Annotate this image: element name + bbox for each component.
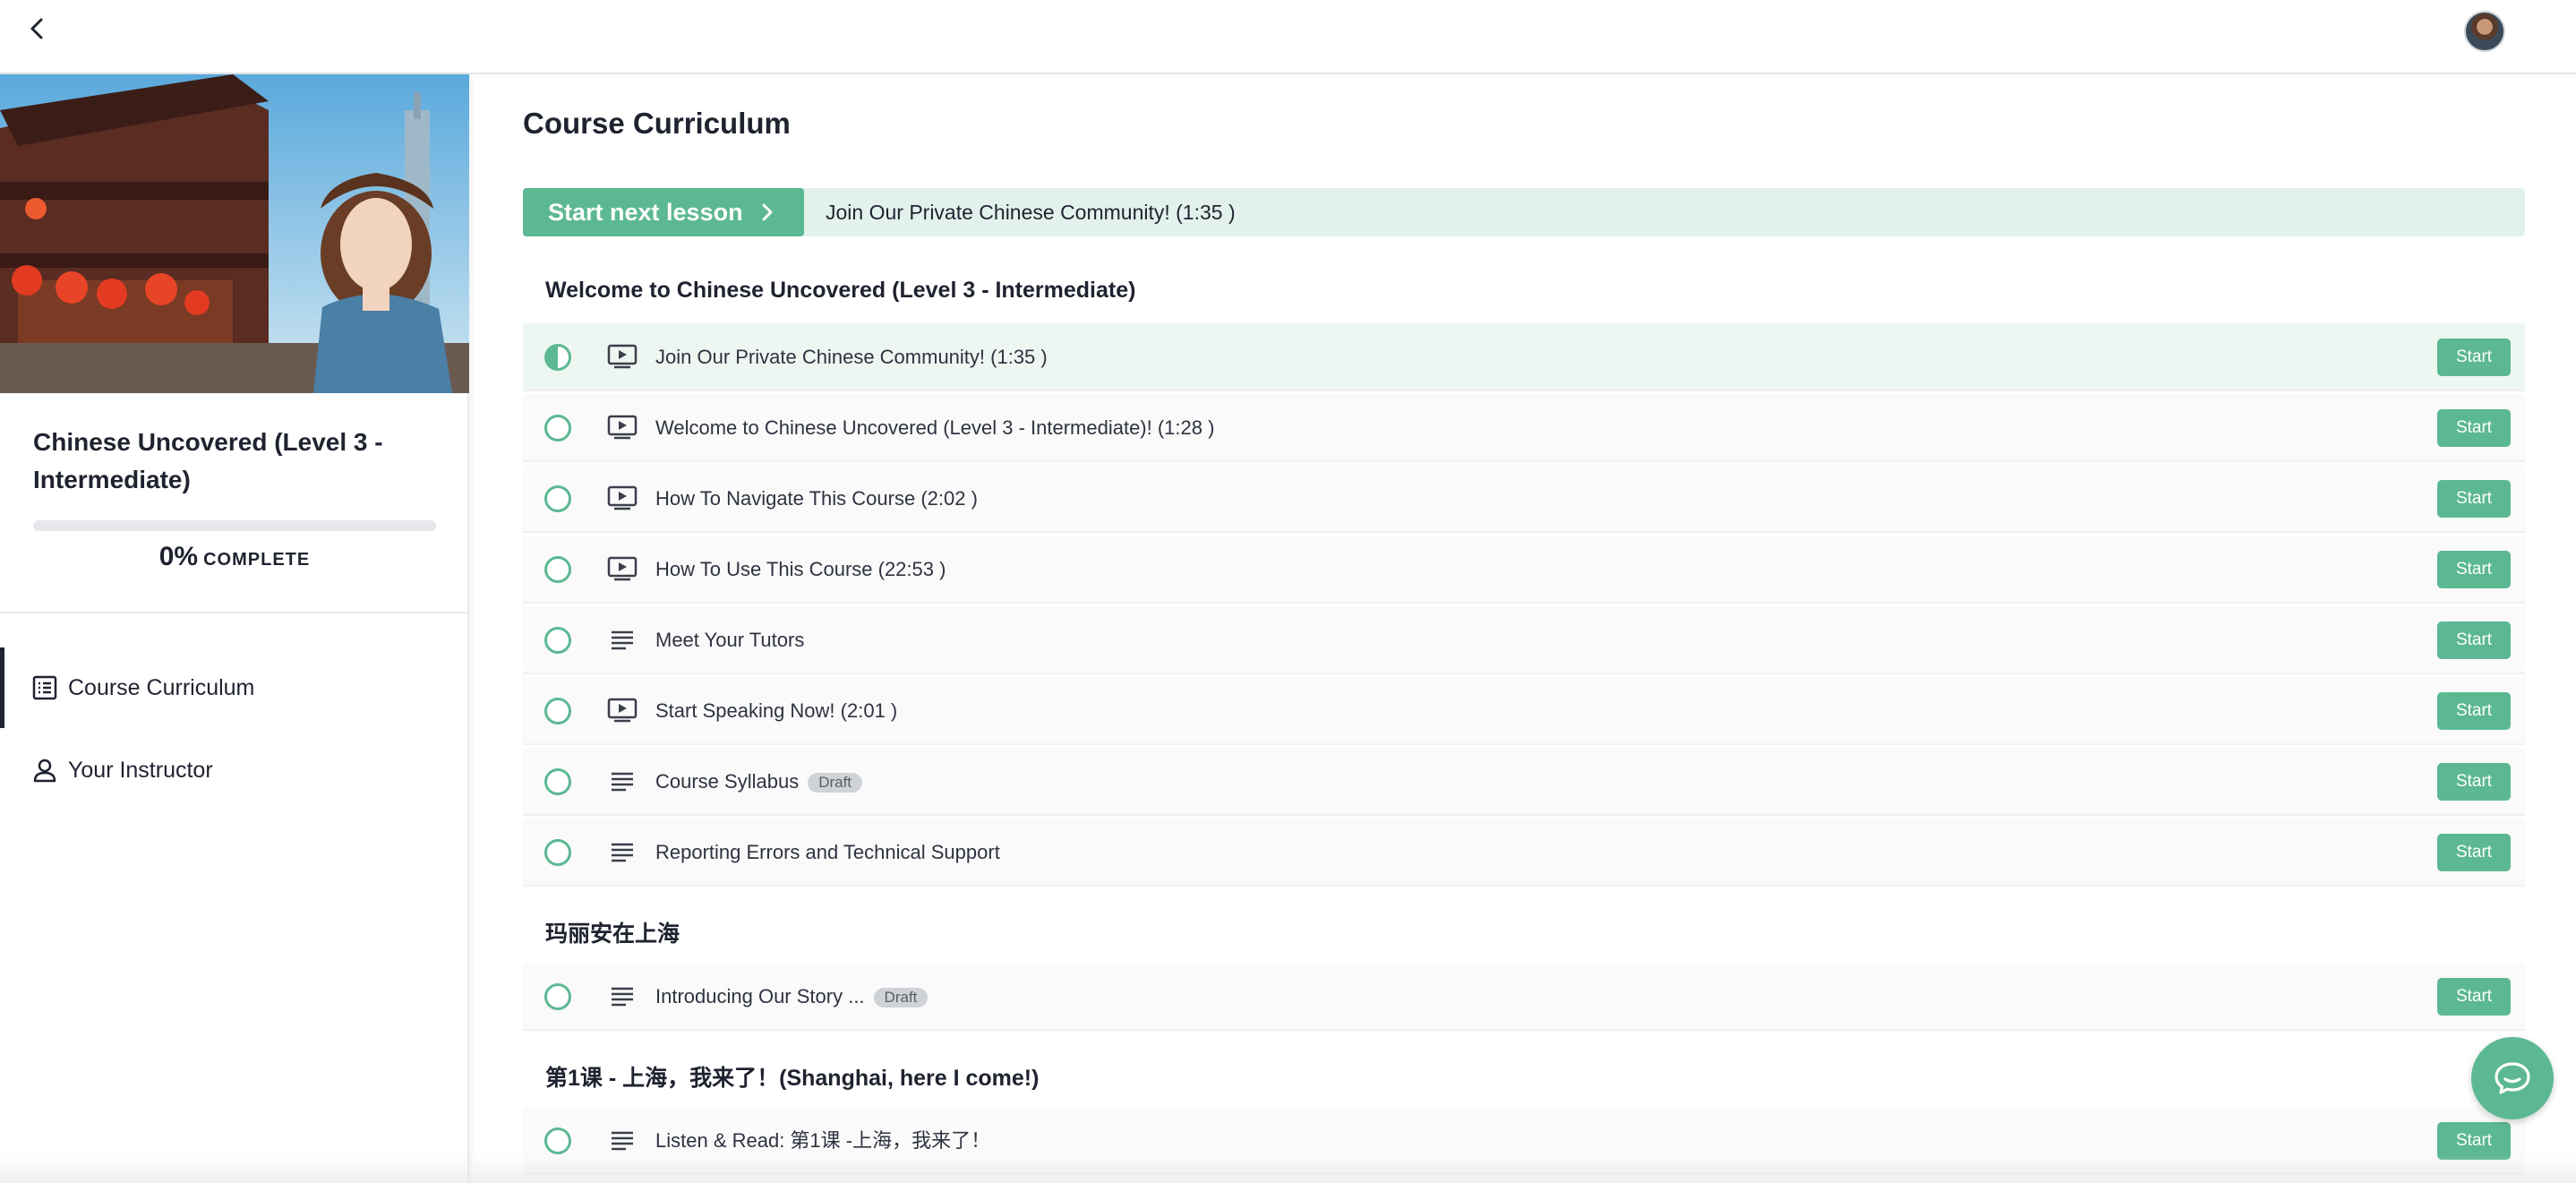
sidebar-item-label: Course Curriculum bbox=[68, 674, 255, 700]
video-icon bbox=[607, 412, 638, 442]
user-icon bbox=[32, 757, 59, 784]
chat-bubble-icon bbox=[2495, 1062, 2530, 1094]
lesson-status-incomplete-icon bbox=[544, 983, 571, 1010]
lesson-status-incomplete-icon bbox=[544, 768, 571, 795]
lesson-title: Start Speaking Now! (2:01 ) bbox=[655, 699, 898, 722]
start-next-lesson-label: Start next lesson bbox=[548, 198, 743, 226]
lesson-item[interactable]: How To Use This Course (22:53 ) Start bbox=[523, 536, 2525, 604]
start-next-lesson-button[interactable]: Start next lesson bbox=[523, 188, 804, 236]
lesson-status-incomplete-icon bbox=[544, 839, 571, 866]
main-content: Course Curriculum Start next lesson Join… bbox=[523, 74, 2525, 1183]
lesson-item[interactable]: Listen & Read: 第1课 -上海，我来了！ Start bbox=[523, 1107, 2525, 1175]
start-lesson-button[interactable]: Start bbox=[2437, 622, 2511, 659]
video-icon bbox=[607, 341, 638, 372]
top-bar bbox=[0, 0, 2576, 74]
lesson-status-incomplete-icon bbox=[544, 485, 571, 512]
lesson-status-incomplete-icon bbox=[544, 698, 571, 724]
lesson-status-incomplete-icon bbox=[544, 415, 571, 441]
video-icon bbox=[607, 483, 638, 513]
start-lesson-button[interactable]: Start bbox=[2437, 1122, 2511, 1160]
lesson-item[interactable]: Reporting Errors and Technical Support S… bbox=[523, 819, 2525, 887]
lesson-item[interactable]: Join Our Private Chinese Community! (1:3… bbox=[523, 323, 2525, 391]
start-lesson-button[interactable]: Start bbox=[2437, 480, 2511, 518]
lesson-title: Meet Your Tutors bbox=[655, 629, 805, 651]
start-lesson-button[interactable]: Start bbox=[2437, 763, 2511, 801]
lesson-status-incomplete-icon bbox=[544, 1127, 571, 1154]
lesson-title: Reporting Errors and Technical Support bbox=[655, 841, 1000, 863]
lesson-item[interactable]: Meet Your Tutors Start bbox=[523, 606, 2525, 674]
lesson-status-in-progress-icon bbox=[544, 344, 571, 371]
next-lesson-title: Join Our Private Chinese Community! (1:3… bbox=[826, 201, 1236, 224]
lesson-title: Course Syllabus Draft bbox=[655, 748, 863, 816]
start-lesson-button[interactable]: Start bbox=[2437, 339, 2511, 376]
user-avatar[interactable] bbox=[2464, 11, 2505, 52]
lesson-item[interactable]: Welcome to Chinese Uncovered (Level 3 - … bbox=[523, 394, 2525, 462]
draft-badge: Draft bbox=[808, 773, 863, 793]
video-icon bbox=[607, 695, 638, 725]
section-title: Welcome to Chinese Uncovered (Level 3 - … bbox=[545, 278, 1136, 303]
lesson-title: Introducing Our Story ... Draft bbox=[655, 963, 929, 1031]
lesson-title: Welcome to Chinese Uncovered (Level 3 - … bbox=[655, 416, 1215, 439]
next-lesson-bar: Start next lesson Join Our Private Chine… bbox=[523, 188, 2525, 236]
start-lesson-button[interactable]: Start bbox=[2437, 551, 2511, 588]
lesson-title: How To Use This Course (22:53 ) bbox=[655, 558, 946, 580]
progress-complete-label: COMPLETE bbox=[203, 550, 311, 570]
lesson-item[interactable]: Course Syllabus Draft Start bbox=[523, 748, 2525, 816]
start-lesson-button[interactable]: Start bbox=[2437, 692, 2511, 730]
chevron-left-icon bbox=[30, 18, 43, 39]
video-icon bbox=[607, 553, 638, 584]
text-lines-icon bbox=[607, 624, 638, 655]
lesson-title: Join Our Private Chinese Community! (1:3… bbox=[655, 346, 1048, 368]
page-title: Course Curriculum bbox=[523, 107, 791, 140]
sidebar-item-label: Your Instructor bbox=[68, 757, 213, 783]
sidebar-item-your-instructor[interactable]: Your Instructor bbox=[0, 730, 467, 810]
start-lesson-button[interactable]: Start bbox=[2437, 978, 2511, 1016]
list-icon bbox=[32, 674, 59, 701]
progress-percent: 0% bbox=[158, 542, 199, 571]
course-cover-image bbox=[0, 74, 469, 393]
back-button[interactable] bbox=[23, 13, 50, 45]
text-lines-icon bbox=[607, 766, 638, 796]
section-title: 玛丽安在上海 bbox=[545, 922, 680, 947]
lesson-status-incomplete-icon bbox=[544, 556, 571, 583]
lesson-title: How To Navigate This Course (2:02 ) bbox=[655, 487, 978, 510]
lesson-title: Listen & Read: 第1课 -上海，我来了！ bbox=[655, 1129, 991, 1152]
start-lesson-button[interactable]: Start bbox=[2437, 409, 2511, 447]
lesson-item[interactable]: Start Speaking Now! (2:01 ) Start bbox=[523, 677, 2525, 745]
text-lines-icon bbox=[607, 836, 638, 867]
lesson-item[interactable]: Introducing Our Story ... Draft Start bbox=[523, 963, 2525, 1031]
chevron-right-icon bbox=[761, 202, 774, 222]
lesson-item[interactable]: How To Navigate This Course (2:02 ) Star… bbox=[523, 465, 2525, 533]
sidebar-divider bbox=[0, 612, 469, 613]
lesson-title-text: Introducing Our Story ... bbox=[655, 985, 865, 1007]
sidebar-item-course-curriculum[interactable]: Course Curriculum bbox=[0, 647, 467, 728]
start-lesson-button[interactable]: Start bbox=[2437, 834, 2511, 871]
progress-label: 0% COMPLETE bbox=[0, 542, 469, 572]
lesson-title-text: Course Syllabus bbox=[655, 770, 800, 793]
text-lines-icon bbox=[607, 1125, 638, 1155]
progress-bar bbox=[33, 520, 436, 531]
section-title: 第1课 - 上海，我来了！(Shanghai, here I come!) bbox=[545, 1066, 1040, 1091]
lesson-status-incomplete-icon bbox=[544, 627, 571, 654]
draft-badge: Draft bbox=[873, 988, 929, 1008]
text-lines-icon bbox=[607, 981, 638, 1011]
course-title: Chinese Uncovered (Level 3 - Intermediat… bbox=[33, 428, 383, 493]
chat-button[interactable] bbox=[2471, 1037, 2554, 1119]
sidebar: Chinese Uncovered (Level 3 - Intermediat… bbox=[0, 74, 469, 1183]
